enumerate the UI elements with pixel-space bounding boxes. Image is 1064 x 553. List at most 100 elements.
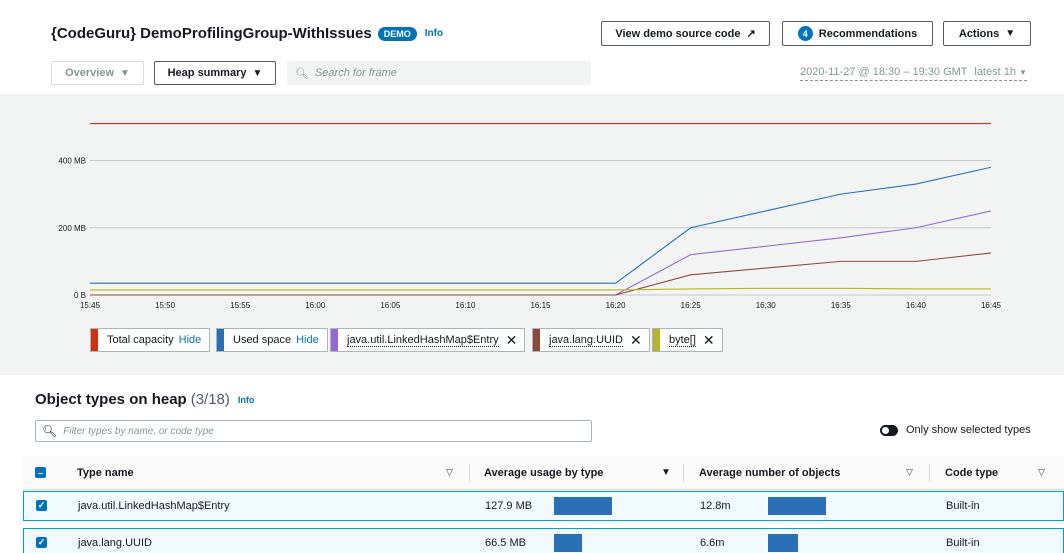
x-tick-label: 16:15 (530, 301, 551, 310)
actions-button[interactable]: Actions ▼ (943, 21, 1031, 46)
info-link[interactable]: Info (425, 28, 443, 39)
objects-bar (768, 534, 798, 552)
column-average-usage[interactable]: Average usage by type (484, 456, 603, 490)
usage-bar (554, 534, 582, 552)
page-header: {CodeGuru} DemoProfilingGroup-WithIssues… (0, 0, 1064, 94)
x-tick-label: 15:50 (155, 301, 176, 310)
cell-type-name: java.lang.UUID (78, 537, 152, 549)
series-line (90, 210, 992, 296)
heap-usage-chart: 0 B 200 MB 400 MB 15:45 15:50 15:55 16:00 16:05… (58, 122, 1002, 310)
row-checkbox[interactable]: ✓ (36, 500, 47, 511)
object-types-heading: Object types on heap (3/18) Info (35, 391, 254, 408)
table-row[interactable]: ✓ java.util.LinkedHashMap$Entry 127.9 MB 12… (23, 491, 1064, 521)
y-tick-label: 200 MB (58, 224, 86, 233)
x-tick-label: 16:30 (756, 301, 777, 310)
sort-icon[interactable]: ▽ (446, 467, 453, 478)
series-line (90, 287, 991, 291)
frame-search-placeholder: Search for frame (314, 67, 397, 79)
legend-hide-link[interactable]: Hide (179, 334, 202, 346)
heap-summary-dropdown[interactable]: Heap summary ▼ (154, 61, 276, 85)
x-tick-label: 15:55 (230, 301, 251, 310)
legend-swatch (653, 329, 660, 351)
view-demo-source-button[interactable]: View demo source code ↗︎ (601, 21, 770, 46)
close-icon[interactable]: ✕ (630, 333, 642, 347)
type-filter-input[interactable]: 🔍︎ Filter types by name, or code type (35, 420, 592, 442)
page-title: {CodeGuru} DemoProfilingGroup-WithIssues (51, 25, 372, 42)
column-divider (929, 464, 930, 482)
caret-down-icon: ▼ (252, 67, 263, 79)
external-link-icon: ↗︎ (746, 28, 756, 40)
column-divider (683, 464, 684, 482)
cell-type-name: java.util.LinkedHashMap$Entry (78, 500, 230, 512)
recommendations-button[interactable]: 4 Recommendations (782, 21, 933, 46)
time-range-text: 2020-11-27 @ 18:30 – 19:30 GMT (800, 66, 968, 78)
x-tick-label: 16:05 (380, 301, 401, 310)
usage-bar (554, 497, 612, 515)
page-title-group: {CodeGuru} DemoProfilingGroup-WithIssues… (51, 25, 443, 42)
legend-swatch (331, 329, 338, 351)
actions-label: Actions (958, 27, 1000, 40)
legend-item[interactable]: java.lang.UUID ✕ (532, 328, 650, 352)
caret-down-icon: ▼ (1019, 68, 1027, 77)
column-average-objects[interactable]: Average number of objects (699, 456, 840, 490)
overview-dropdown[interactable]: Overview ▼ (51, 61, 144, 85)
legend-swatch (91, 329, 98, 351)
cell-average-usage: 66.5 MB (485, 537, 526, 549)
legend-label: Total capacity (107, 334, 174, 346)
info-link[interactable]: Info (238, 395, 255, 405)
cell-code-type: Built-in (946, 500, 980, 512)
close-icon[interactable]: ✕ (703, 333, 715, 347)
x-tick-label: 16:20 (606, 301, 627, 310)
cell-average-objects: 6.6m (700, 537, 725, 549)
heap-summary-label: Heap summary (167, 67, 247, 79)
table-header: – Type name ▽ Average usage by type ▼ Av… (23, 456, 1064, 490)
recommendations-label: Recommendations (818, 27, 918, 40)
legend-item[interactable]: Used space Hide (216, 328, 328, 352)
search-icon: 🔍︎ (295, 67, 309, 80)
legend-item[interactable]: java.util.LinkedHashMap$Entry ✕ (330, 328, 526, 352)
x-tick-label: 16:40 (906, 301, 927, 310)
y-tick-label: 400 MB (58, 157, 86, 166)
x-tick-label: 16:25 (681, 301, 702, 310)
time-range-selector[interactable]: 2020-11-27 @ 18:30 – 19:30 GMT latest 1h… (800, 66, 1027, 81)
column-divider (469, 464, 470, 482)
only-selected-toggle-group[interactable]: Only show selected types (880, 424, 1031, 436)
row-checkbox[interactable]: ✓ (36, 537, 47, 548)
caret-down-icon: ▼ (1005, 28, 1016, 39)
view-demo-source-label: View demo source code (615, 27, 741, 40)
close-icon[interactable]: ✕ (506, 333, 518, 347)
legend-swatch (217, 329, 224, 351)
only-selected-label: Only show selected types (906, 424, 1031, 436)
x-tick-label: 16:00 (305, 301, 326, 310)
legend-label: byte[] (669, 333, 696, 347)
y-tick-label: 0 B (74, 291, 86, 300)
legend-hide-link[interactable]: Hide (296, 334, 319, 346)
frame-search-input[interactable]: 🔍︎ Search for frame (287, 61, 591, 85)
section-title: Object types on heap (35, 391, 187, 408)
x-tick-label: 16:45 (981, 301, 1002, 310)
objects-bar (768, 497, 826, 515)
x-tick-label: 16:35 (831, 301, 852, 310)
table-row[interactable]: ✓ java.lang.UUID 66.5 MB 6.6m Built-in (23, 528, 1064, 553)
only-selected-toggle[interactable] (880, 424, 898, 436)
demo-badge: DEMO (377, 26, 417, 41)
legend-item[interactable]: byte[] ✕ (652, 328, 723, 352)
sort-descending-icon[interactable]: ▼ (661, 467, 671, 478)
overview-label: Overview (65, 67, 114, 79)
type-filter-placeholder: Filter types by name, or code type (63, 425, 214, 437)
x-tick-label: 15:45 (80, 301, 101, 310)
series-line (90, 166, 992, 284)
caret-down-icon: ▼ (120, 67, 130, 79)
sort-icon[interactable]: ▽ (906, 467, 913, 478)
heap-chart-panel: 0 B 200 MB 400 MB 15:45 15:50 15:55 16:00 16:05… (0, 94, 1064, 375)
legend-swatch (533, 329, 540, 351)
select-all-checkbox[interactable]: – (35, 467, 46, 478)
sort-icon[interactable]: ▽ (1038, 467, 1045, 478)
legend-item[interactable]: Total capacity Hide (90, 328, 211, 352)
cell-code-type: Built-in (946, 537, 980, 549)
cell-average-usage: 127.9 MB (485, 500, 533, 512)
legend-label: Used space (233, 334, 292, 346)
column-code-type[interactable]: Code type (945, 456, 998, 490)
time-range-latest: latest 1h (974, 66, 1016, 78)
column-type-name[interactable]: Type name (77, 456, 134, 490)
